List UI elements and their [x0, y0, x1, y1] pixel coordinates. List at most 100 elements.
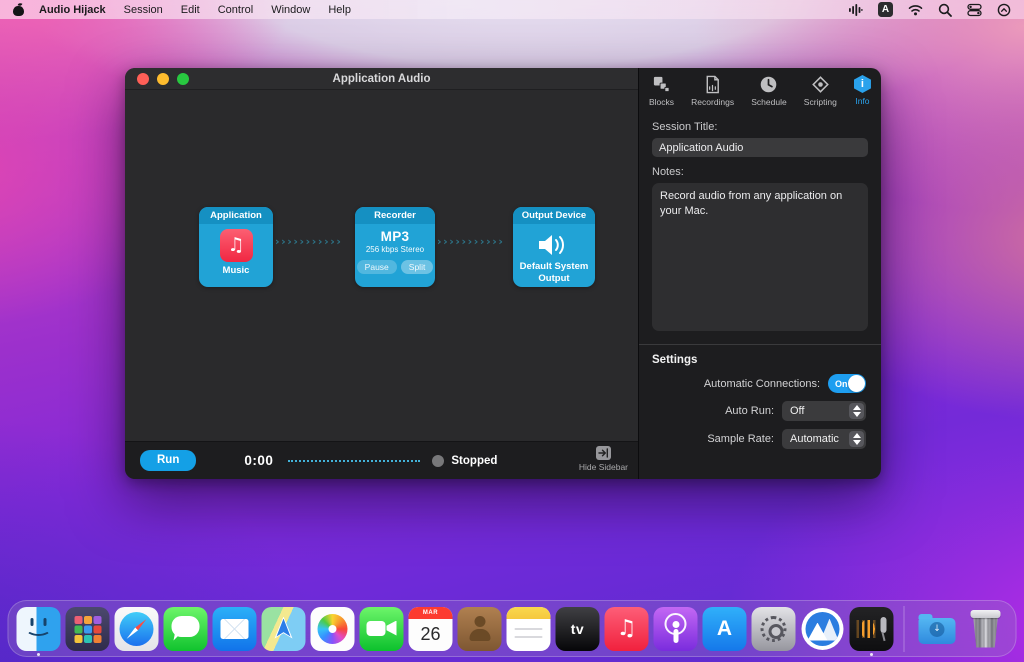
dock-icon-notes[interactable] — [507, 607, 551, 651]
calendar-day: 26 — [409, 619, 453, 651]
automatic-connections-toggle[interactable]: On — [828, 374, 866, 393]
audio-hijack-window: Application Audio Application ♫ Music ››… — [125, 68, 881, 479]
connector-recorder-output: ››››››››››› — [437, 235, 504, 248]
auto-run-row: Auto Run: Off — [654, 401, 866, 421]
menu-bar: Audio Hijack Session Edit Control Window… — [0, 0, 1024, 19]
status-indicator-dot — [432, 455, 444, 467]
automatic-connections-row: Automatic Connections: On — [654, 374, 866, 393]
tab-schedule[interactable]: Schedule — [751, 75, 786, 107]
session-title-label: Session Title: — [652, 121, 868, 133]
output-block-header: Output Device — [513, 207, 595, 224]
menu-app-name[interactable]: Audio Hijack — [39, 4, 106, 16]
output-device-block[interactable]: Output Device Default System Output — [513, 207, 595, 287]
menu-status-icons: A — [848, 2, 1011, 17]
status-text: Stopped — [451, 455, 497, 467]
dock-icon-apple-tv[interactable]: tv — [556, 607, 600, 651]
application-block[interactable]: Application ♫ Music — [199, 207, 273, 287]
dock: MAR 26 tv ♫ A ↓ — [8, 600, 1017, 657]
sample-rate-select[interactable]: Automatic — [782, 429, 866, 449]
toggle-knob — [848, 375, 865, 392]
dock-icon-maps[interactable] — [262, 607, 306, 651]
dock-icon-audio-hijack[interactable] — [850, 607, 894, 651]
recorder-block-header: Recorder — [355, 207, 435, 224]
sidebar-divider — [639, 344, 881, 345]
notes-label: Notes: — [652, 166, 868, 178]
recorder-block[interactable]: Recorder MP3 256 kbps Stereo Pause Split — [355, 207, 435, 287]
settings-header: Settings — [652, 354, 868, 366]
toggle-on-label: On — [835, 379, 848, 389]
blocks-icon — [652, 75, 671, 94]
dock-separator — [904, 606, 905, 652]
menu-help[interactable]: Help — [328, 4, 351, 16]
apple-menu-icon[interactable] — [13, 3, 24, 16]
dock-icon-app-store[interactable]: A — [703, 607, 747, 651]
running-indicator — [870, 653, 873, 656]
output-block-label: Default System Output — [513, 261, 595, 285]
menu-session[interactable]: Session — [124, 4, 163, 16]
auto-run-value: Off — [790, 405, 804, 417]
dock-icon-contacts[interactable] — [458, 607, 502, 651]
tab-info[interactable]: i Info — [854, 75, 871, 107]
connector-application-recorder: ››››››››››› — [275, 235, 342, 248]
stepper-icon — [849, 403, 864, 419]
running-indicator — [37, 653, 40, 656]
dock-icon-facetime[interactable] — [360, 607, 404, 651]
status-circle-icon[interactable] — [997, 3, 1011, 17]
tab-recordings[interactable]: Recordings — [691, 75, 734, 107]
sample-rate-value: Automatic — [790, 433, 839, 445]
tab-info-label: Info — [855, 96, 869, 106]
window-titlebar[interactable]: Application Audio — [125, 68, 638, 90]
pipeline-canvas[interactable]: Application ♫ Music ››››››››››› Recorder… — [125, 90, 638, 441]
speaker-icon — [535, 232, 573, 258]
auto-run-select[interactable]: Off — [782, 401, 866, 421]
spotlight-search-icon[interactable] — [938, 3, 952, 17]
dock-icon-trash[interactable] — [964, 607, 1008, 651]
music-app-icon: ♫ — [220, 229, 253, 262]
notes-textarea[interactable]: Record audio from any application on you… — [652, 183, 868, 331]
split-button[interactable]: Split — [401, 260, 434, 274]
dock-icon-calendar[interactable]: MAR 26 — [409, 607, 453, 651]
dock-icon-photos[interactable] — [311, 607, 355, 651]
dock-icon-system-preferences[interactable] — [752, 607, 796, 651]
hide-sidebar-label: Hide Sidebar — [579, 462, 628, 472]
dock-icon-messages[interactable] — [164, 607, 208, 651]
sample-rate-row: Sample Rate: Automatic — [654, 429, 866, 449]
dock-icon-downloads[interactable]: ↓ — [915, 607, 959, 651]
tab-scripting[interactable]: Scripting — [804, 75, 837, 107]
dock-icon-safari[interactable] — [115, 607, 159, 651]
schedule-clock-icon — [759, 75, 778, 94]
menu-edit[interactable]: Edit — [181, 4, 200, 16]
dock-icon-finder[interactable] — [17, 607, 61, 651]
tab-blocks[interactable]: Blocks — [649, 75, 674, 107]
music-note-glyph: ♫ — [227, 236, 244, 255]
input-source-icon[interactable]: A — [878, 2, 893, 17]
menu-window[interactable]: Window — [271, 4, 310, 16]
hide-sidebar-icon — [596, 446, 611, 460]
dock-icon-launchpad[interactable] — [66, 607, 110, 651]
audio-waveform-icon[interactable] — [848, 3, 863, 17]
dock-icon-mountain-app[interactable] — [801, 607, 845, 651]
tab-schedule-label: Schedule — [751, 97, 786, 107]
run-button[interactable]: Run — [140, 450, 196, 471]
menu-control[interactable]: Control — [218, 4, 253, 16]
dock-icon-podcasts[interactable] — [654, 607, 698, 651]
transport-bar: Run 0:00 Stopped Hide Sidebar — [125, 441, 638, 479]
automatic-connections-label: Automatic Connections: — [704, 378, 820, 390]
dock-icon-music[interactable]: ♫ — [605, 607, 649, 651]
recorder-detail: 256 kbps Stereo — [355, 245, 435, 254]
stepper-icon — [849, 431, 864, 447]
sidebar: Blocks Recordings Schedule — [638, 68, 881, 479]
wifi-icon[interactable] — [908, 4, 923, 16]
tab-blocks-label: Blocks — [649, 97, 674, 107]
music-note-glyph: ♫ — [617, 616, 637, 641]
hide-sidebar-button[interactable]: Hide Sidebar — [579, 446, 628, 472]
calendar-month: MAR — [409, 607, 453, 619]
pause-button[interactable]: Pause — [357, 260, 397, 274]
info-icon: i — [854, 75, 871, 93]
dock-icon-mail[interactable] — [213, 607, 257, 651]
application-block-label: Music — [199, 265, 273, 277]
tab-recordings-label: Recordings — [691, 97, 734, 107]
recordings-icon — [703, 75, 722, 94]
session-title-input[interactable]: Application Audio — [652, 138, 868, 157]
control-center-icon[interactable] — [967, 3, 982, 17]
